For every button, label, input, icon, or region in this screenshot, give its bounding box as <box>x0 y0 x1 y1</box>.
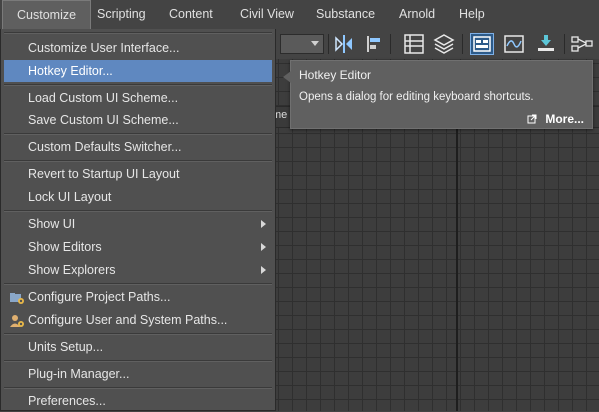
menu-item-show-editors[interactable]: Show Editors <box>4 236 272 258</box>
chevron-right-icon <box>261 266 266 274</box>
menu-item-label: Show Explorers <box>28 263 116 277</box>
mirror-icon[interactable] <box>332 33 356 55</box>
selection-set-dropdown[interactable] <box>280 34 324 54</box>
menu-separator <box>4 84 272 86</box>
chevron-right-icon <box>261 220 266 228</box>
menu-separator <box>4 333 272 335</box>
menu-item-revert-startup-layout[interactable]: Revert to Startup UI Layout <box>4 163 272 185</box>
menu-separator <box>4 360 272 362</box>
menu-item-preferences[interactable]: Preferences... <box>4 390 272 412</box>
toolbar-separator <box>390 34 391 54</box>
menu-item-label: Lock UI Layout <box>28 190 112 204</box>
chevron-right-icon <box>261 243 266 251</box>
menu-bar: Customize Scripting Content Civil View S… <box>0 0 599 30</box>
menu-item-label: Custom Defaults Switcher... <box>28 140 182 154</box>
menu-content[interactable]: Content <box>155 0 227 29</box>
menu-item-show-ui[interactable]: Show UI <box>4 213 272 235</box>
main-toolbar <box>272 29 599 59</box>
menu-item-customize-user-interface[interactable]: Customize User Interface... <box>4 37 272 59</box>
menu-arnold[interactable]: Arnold <box>385 0 449 29</box>
menu-item-label: Show UI <box>28 217 76 231</box>
menu-separator <box>4 32 272 34</box>
menu-item-label: Preferences... <box>28 394 106 408</box>
menu-separator <box>4 160 272 162</box>
customize-dropdown-menu: Customize User Interface... Hotkey Edito… <box>0 29 276 411</box>
menu-item-save-custom-ui-scheme[interactable]: Save Custom UI Scheme... <box>4 109 272 131</box>
menu-item-label: Revert to Startup UI Layout <box>28 167 180 181</box>
menu-item-lock-ui-layout[interactable]: Lock UI Layout <box>4 186 272 208</box>
menu-item-plugin-manager[interactable]: Plug-in Manager... <box>4 363 272 385</box>
menu-item-label: Hotkey Editor... <box>28 64 113 78</box>
tooltip-title: Hotkey Editor <box>299 68 372 82</box>
menu-customize[interactable]: Customize <box>2 0 92 29</box>
menu-item-custom-defaults-switcher[interactable]: Custom Defaults Switcher... <box>4 136 272 158</box>
menu-item-label: Configure Project Paths... <box>28 290 171 304</box>
menu-separator <box>4 283 272 285</box>
menu-item-label: Load Custom UI Scheme... <box>28 91 179 105</box>
menu-item-load-custom-ui-scheme[interactable]: Load Custom UI Scheme... <box>4 87 272 109</box>
hotkey-editor-tooltip: Hotkey Editor Opens a dialog for editing… <box>283 60 593 129</box>
menu-substance[interactable]: Substance <box>302 0 389 29</box>
menu-separator <box>4 210 272 212</box>
menu-item-label: Customize User Interface... <box>28 41 180 55</box>
menu-item-label: Plug-in Manager... <box>28 367 130 381</box>
menu-item-units-setup[interactable]: Units Setup... <box>4 336 272 358</box>
menu-item-label: Show Editors <box>28 240 102 254</box>
tooltip-more-link[interactable]: More... <box>545 112 584 126</box>
folder-gear-icon <box>9 290 25 304</box>
menu-item-hotkey-editor[interactable]: Hotkey Editor... <box>4 60 272 82</box>
chevron-down-icon <box>311 41 319 46</box>
menu-help[interactable]: Help <box>445 0 499 29</box>
menu-item-label: Save Custom UI Scheme... <box>28 113 179 127</box>
menu-separator <box>4 387 272 389</box>
menu-civil-view[interactable]: Civil View <box>226 0 308 29</box>
tooltip-pointer <box>283 71 291 83</box>
schematic-view-icon[interactable] <box>470 33 494 55</box>
menu-item-label: Units Setup... <box>28 340 104 354</box>
toolbar-separator <box>564 34 565 54</box>
layer-stack-icon[interactable] <box>432 33 456 55</box>
menu-item-show-explorers[interactable]: Show Explorers <box>4 259 272 281</box>
menu-item-configure-user-system-paths[interactable]: Configure User and System Paths... <box>4 309 272 331</box>
toolbar-separator <box>328 34 329 54</box>
render-setup-icon[interactable] <box>534 33 558 55</box>
viewport-axis-line <box>456 126 458 411</box>
curve-editor-icon[interactable] <box>502 33 526 55</box>
user-gear-icon <box>9 313 25 327</box>
menu-item-label: Configure User and System Paths... <box>28 313 228 327</box>
toolbar-separator <box>462 34 463 54</box>
tooltip-description: Opens a dialog for editing keyboard shor… <box>299 91 534 103</box>
align-icon[interactable] <box>362 33 386 55</box>
external-link-icon <box>527 113 537 124</box>
menu-scripting[interactable]: Scripting <box>83 0 160 29</box>
menu-item-configure-project-paths[interactable]: Configure Project Paths... <box>4 286 272 308</box>
menu-separator <box>4 133 272 135</box>
layer-list-icon[interactable] <box>402 33 426 55</box>
node-graph-icon[interactable] <box>570 33 594 55</box>
